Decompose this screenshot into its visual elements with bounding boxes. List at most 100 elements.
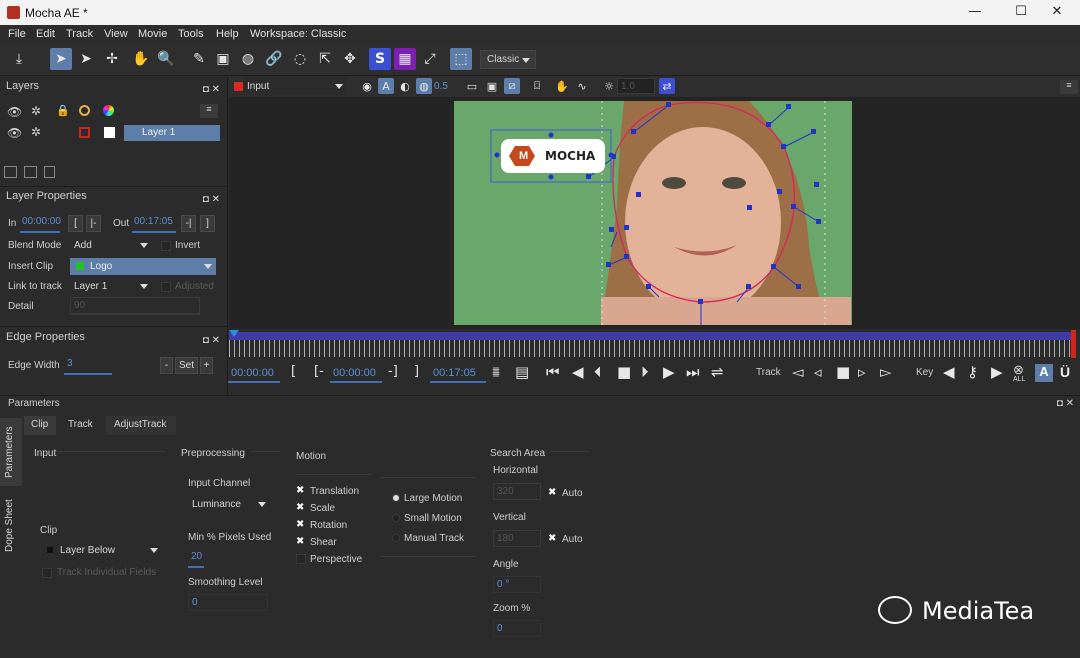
blend-mode-dropdown[interactable]: Add bbox=[70, 237, 152, 254]
track-forward-frame-icon[interactable]: ▹ bbox=[858, 363, 866, 381]
adjusted-checkbox[interactable] bbox=[161, 282, 171, 292]
tab-track[interactable]: Track bbox=[58, 416, 104, 435]
timeline-range-bar[interactable] bbox=[229, 332, 1076, 340]
go-out-button[interactable]: -| bbox=[181, 215, 196, 232]
vertical-field[interactable]: 180 bbox=[493, 530, 541, 547]
duplicate-layer-icon[interactable] bbox=[24, 166, 37, 178]
manual-track-radio[interactable] bbox=[392, 534, 400, 542]
play-forward-icon[interactable]: ⏵ bbox=[641, 363, 649, 381]
clip-dropdown[interactable]: Layer Below bbox=[42, 542, 162, 559]
eye-icon[interactable]: 👁 bbox=[7, 105, 22, 119]
menu-view[interactable]: View bbox=[104, 28, 128, 40]
align-icon[interactable]: ⤢ bbox=[419, 48, 441, 70]
set-in-button[interactable]: [ bbox=[68, 215, 83, 232]
in-field[interactable]: 00:00:00 bbox=[19, 214, 63, 231]
playhead-icon[interactable] bbox=[229, 330, 239, 337]
minimize-button-2[interactable]: — bbox=[952, 0, 998, 25]
perspective-checkbox[interactable] bbox=[296, 554, 306, 564]
layer-name[interactable]: Layer 1 bbox=[124, 125, 220, 141]
lock-icon[interactable]: 🔒 bbox=[56, 104, 70, 117]
stabilize-icon[interactable]: ⧄ bbox=[504, 78, 520, 94]
opacity-value[interactable]: 0.5 bbox=[434, 81, 448, 92]
monitor-icon[interactable]: ▭ bbox=[464, 78, 480, 94]
layer-menu-icon[interactable]: ≡ bbox=[200, 104, 218, 118]
invert-checkbox[interactable] bbox=[161, 241, 171, 251]
angle-field[interactable]: 0 ° bbox=[493, 576, 541, 593]
prev-frame-icon[interactable]: ◀ bbox=[572, 363, 584, 381]
bezier-icon[interactable]: ◌ bbox=[289, 48, 311, 70]
track-back-icon[interactable]: ◅ bbox=[792, 363, 804, 381]
new-layer-icon[interactable] bbox=[4, 166, 17, 178]
cache-icon[interactable]: ▤ bbox=[515, 363, 529, 381]
horizontal-field[interactable]: 320 bbox=[493, 483, 541, 500]
menu-help[interactable]: Help bbox=[216, 28, 239, 40]
color-icon[interactable] bbox=[79, 105, 90, 116]
parameters-panel-controls-icon[interactable]: ◘ ✕ bbox=[1057, 398, 1074, 409]
side-tab-parameters[interactable]: Parameters bbox=[0, 418, 22, 486]
ellipse-spline-icon[interactable]: ◍ bbox=[237, 48, 259, 70]
go-end-icon[interactable]: ⏭ bbox=[686, 363, 700, 381]
go-in-button[interactable]: |- bbox=[86, 215, 101, 232]
large-motion-radio[interactable] bbox=[392, 494, 400, 502]
go-in-bracket[interactable]: [- bbox=[314, 364, 324, 379]
zoom-field[interactable]: 0 bbox=[493, 620, 541, 637]
smoothing-field[interactable]: 0 bbox=[188, 594, 268, 611]
play-back-icon[interactable]: ⏴ bbox=[594, 363, 602, 381]
menu-tools[interactable]: Tools bbox=[178, 28, 204, 40]
overlay-icon[interactable]: ◍ bbox=[416, 78, 432, 94]
panel-controls-icon[interactable]: ◘ ✕ bbox=[203, 194, 220, 205]
set-out-bracket[interactable]: ] bbox=[414, 364, 419, 379]
menu-movie[interactable]: Movie bbox=[138, 28, 167, 40]
panel-controls-icon[interactable]: ◘ ✕ bbox=[203, 335, 220, 346]
viewer[interactable]: M MOCHA bbox=[229, 97, 1080, 329]
menu-file[interactable]: File bbox=[8, 28, 26, 40]
edge-set-button[interactable]: Set bbox=[175, 357, 198, 374]
menu-workspace[interactable]: Workspace: Classic bbox=[250, 28, 346, 40]
set-out-button[interactable]: ] bbox=[200, 215, 215, 232]
link-icon[interactable]: 🔗 bbox=[263, 48, 285, 70]
edge-width-field[interactable]: 3 bbox=[64, 356, 156, 373]
viewer-canvas[interactable] bbox=[229, 97, 1080, 329]
out-point-marker[interactable] bbox=[1071, 330, 1076, 358]
menu-track[interactable]: Track bbox=[66, 28, 93, 40]
layer-visible-icon[interactable]: 👁 bbox=[7, 126, 22, 140]
surface-icon[interactable]: S bbox=[369, 48, 391, 70]
insert-clip-dropdown[interactable]: Logo bbox=[70, 258, 216, 275]
track-back-frame-icon[interactable]: ◃ bbox=[814, 363, 822, 381]
select-tool-icon[interactable]: ➤ bbox=[50, 48, 72, 70]
mask-icon[interactable]: ◐ bbox=[397, 78, 413, 94]
panel-controls-icon[interactable]: ◘ ✕ bbox=[203, 84, 220, 95]
set-in-bracket[interactable]: [ bbox=[291, 364, 296, 379]
in-time-field[interactable]: 00:00:00 bbox=[330, 365, 382, 382]
u-button[interactable]: Ü bbox=[1060, 364, 1070, 380]
add-point-icon[interactable]: ✢ bbox=[101, 48, 123, 70]
stop-icon[interactable]: ■ bbox=[617, 363, 631, 381]
move-icon[interactable]: ✥ bbox=[339, 48, 361, 70]
layer-color-swatch[interactable] bbox=[79, 127, 90, 138]
grid-snap-icon[interactable]: ⇄ bbox=[659, 78, 675, 94]
out-field[interactable]: 00:17:05 bbox=[131, 214, 177, 231]
edge-plus-button[interactable]: + bbox=[200, 357, 213, 374]
transform-icon[interactable]: ⇱ bbox=[314, 48, 336, 70]
select-points-icon[interactable]: ➤ bbox=[75, 48, 97, 70]
go-start-icon[interactable]: ⏮ bbox=[546, 363, 560, 381]
delete-layer-icon[interactable] bbox=[44, 166, 55, 178]
motion-blur-icon[interactable]: ∿ bbox=[574, 78, 590, 94]
detail-field[interactable]: 90 bbox=[70, 297, 200, 314]
track-stop-icon[interactable]: ■ bbox=[836, 363, 850, 381]
side-tab-dope-sheet[interactable]: Dope Sheet bbox=[0, 488, 22, 558]
translation-checkbox[interactable]: ✖ bbox=[296, 486, 306, 496]
camera-icon[interactable]: ⌼ bbox=[529, 78, 545, 94]
close-button[interactable]: ✕ bbox=[1034, 0, 1080, 25]
min-pixels-field[interactable]: 20 bbox=[188, 549, 268, 566]
current-time-field[interactable]: 00:00:00 bbox=[228, 365, 280, 382]
track-forward-icon[interactable]: ▻ bbox=[880, 363, 892, 381]
hand-view-icon[interactable]: ✋ bbox=[554, 78, 570, 94]
input-channel-dropdown[interactable]: Luminance bbox=[188, 496, 270, 513]
timeline[interactable] bbox=[229, 330, 1077, 359]
tab-adjust-track[interactable]: AdjustTrack bbox=[106, 416, 176, 435]
next-key-icon[interactable]: ▶ bbox=[991, 363, 1003, 381]
track-fields-checkbox[interactable] bbox=[42, 568, 52, 578]
edge-minus-button[interactable]: - bbox=[160, 357, 173, 374]
render-icon[interactable]: ▣ bbox=[484, 78, 500, 94]
